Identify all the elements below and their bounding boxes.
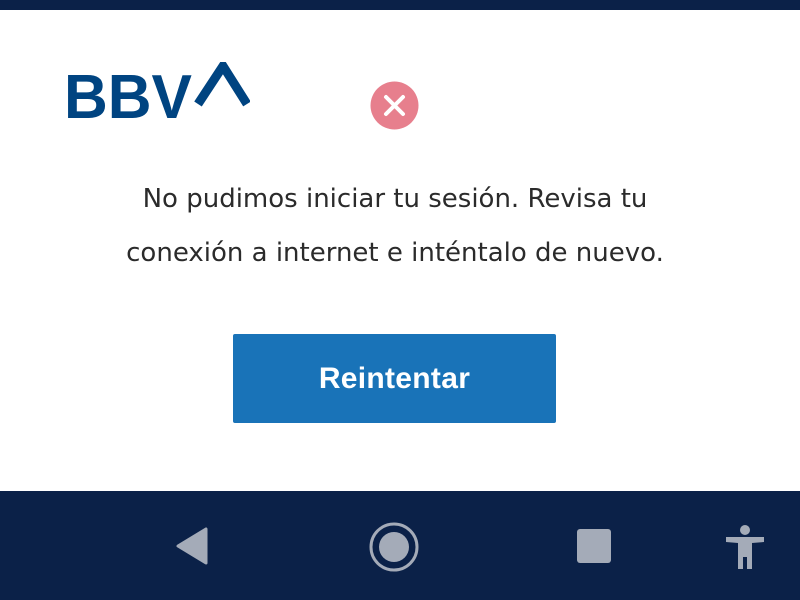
login-error-screen: BBV No pudimos iniciar tu sesión. Revisa…	[0, 0, 800, 600]
svg-text:BBV: BBV	[64, 63, 192, 120]
nav-recents-button[interactable]	[574, 526, 614, 566]
status-bar	[0, 0, 800, 10]
nav-back-button[interactable]	[168, 517, 216, 575]
nav-home-button[interactable]	[366, 519, 422, 575]
error-message: No pudimos iniciar tu sesión. Revisa tu …	[60, 172, 730, 280]
recents-square-icon	[577, 529, 611, 563]
navigation-bar	[0, 491, 800, 600]
error-message-line-1: No pudimos iniciar tu sesión. Revisa tu	[142, 184, 648, 214]
bbva-logo: BBV	[64, 62, 250, 120]
error-message-line-2: conexión a internet e inténtalo de nuevo…	[126, 238, 664, 268]
home-circle-icon	[369, 522, 419, 572]
error-x-icon	[370, 81, 419, 130]
back-triangle-icon	[176, 527, 208, 565]
accessibility-icon	[726, 525, 764, 569]
nav-accessibility-button[interactable]	[722, 524, 768, 570]
retry-button[interactable]: Reintentar	[233, 334, 556, 423]
